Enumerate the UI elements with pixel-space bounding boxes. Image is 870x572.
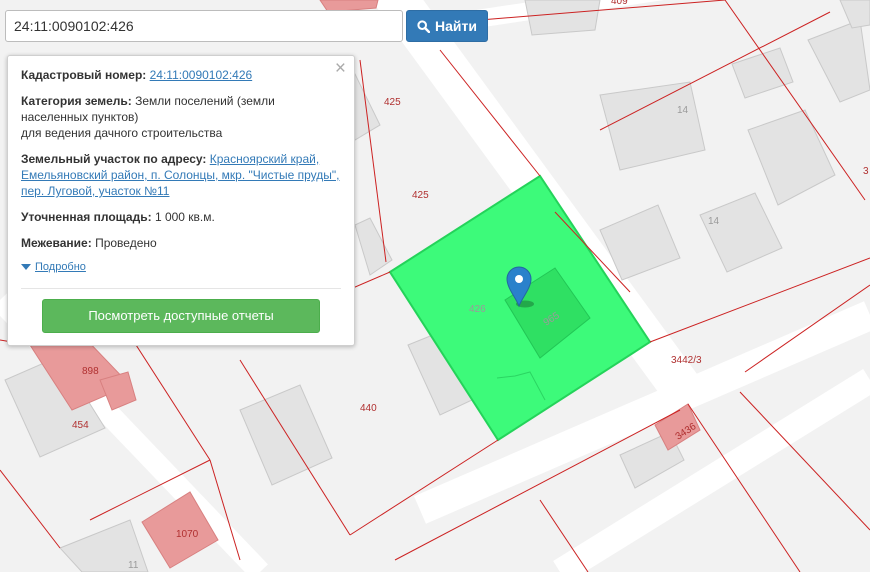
search-button-label: Найти (435, 18, 477, 34)
land-category-value-2: населенных пунктов) (21, 110, 139, 124)
details-toggle[interactable]: Подробно (21, 259, 341, 275)
area-label: Уточненная площадь: (21, 210, 152, 224)
land-category-label: Категория земель: (21, 94, 132, 108)
parcel-label: 3 (863, 166, 869, 177)
caret-down-icon (21, 264, 31, 270)
building-label: 14 (677, 105, 689, 116)
address-link-3[interactable]: пер. Луговой, участок №11 (21, 184, 169, 198)
search-input[interactable] (6, 11, 402, 41)
survey-row: Межевание: Проведено (21, 235, 341, 251)
cadastral-number-row: Кадастровый номер: 24:11:0090102:426 (21, 67, 341, 83)
parcel-label: 454 (72, 420, 89, 431)
view-reports-button[interactable]: Посмотреть доступные отчеты (42, 299, 320, 333)
parcel-label: 409 (611, 0, 628, 7)
land-category-row: Категория земель: Земли поселений (земли… (21, 93, 341, 141)
divider (21, 288, 341, 289)
survey-value: Проведено (95, 236, 157, 250)
building-label: 11 (128, 560, 139, 571)
parcel-label: 426 (469, 304, 486, 315)
area-row: Уточненная площадь: 1 000 кв.м. (21, 209, 341, 225)
address-link-1[interactable]: Красноярский край, (210, 152, 319, 166)
land-category-value-3: для ведения дачного строительства (21, 126, 223, 140)
area-value: 1 000 кв.м. (154, 210, 215, 224)
close-icon[interactable]: × (335, 59, 346, 78)
survey-label: Межевание: (21, 236, 92, 250)
parcel-info-popup: × Кадастровый номер: 24:11:0090102:426 К… (7, 55, 355, 346)
address-link-2[interactable]: Емельяновский район, п. Солонцы, мкр. "Ч… (21, 168, 339, 182)
building-label: 14 (708, 216, 720, 227)
cadastral-number-link[interactable]: 24:11:0090102:426 (150, 68, 253, 82)
address-label: Земельный участок по адресу: (21, 152, 207, 166)
parcel-label: 898 (82, 366, 99, 377)
parcel-label: 425 (384, 97, 401, 108)
parcel-label: 3442/3 (671, 355, 702, 366)
parcel-label: 440 (360, 403, 377, 414)
search-button[interactable]: Найти (406, 10, 488, 42)
parcel-label: 1070 (176, 529, 199, 540)
address-row: Земельный участок по адресу: Красноярски… (21, 151, 341, 199)
details-link[interactable]: Подробно (35, 259, 86, 275)
parcel-label: 425 (412, 190, 429, 201)
cadastral-number-label: Кадастровый номер: (21, 68, 147, 82)
search-box (5, 10, 403, 42)
land-category-value-1: Земли поселений (земли (135, 94, 275, 108)
search-icon (417, 19, 431, 33)
